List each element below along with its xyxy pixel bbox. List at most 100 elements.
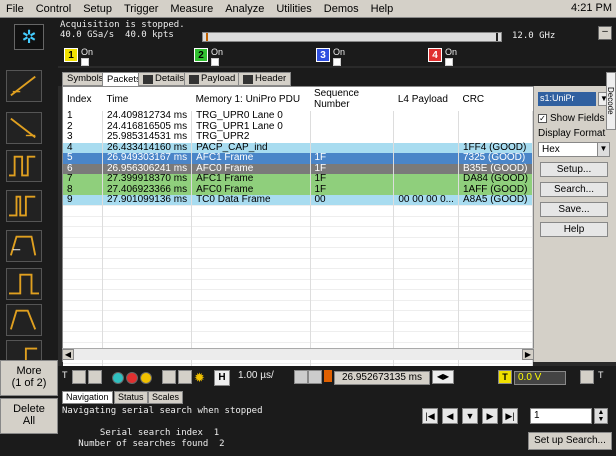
channel-1-checkbox[interactable] [81, 58, 89, 66]
menu-control[interactable]: Control [30, 3, 77, 15]
display-format-select[interactable]: Hex ▼ [538, 142, 610, 157]
previous-icon[interactable]: ◀ [442, 408, 458, 424]
voltage-stepper-icon[interactable] [580, 370, 594, 384]
horizontal-scrollbar[interactable]: ◀ ▶ [62, 348, 534, 360]
time-per-div[interactable]: 1.00 µs/ [238, 370, 274, 381]
menu-help[interactable]: Help [365, 3, 400, 15]
sun-intensity-icon[interactable]: ✹ [194, 370, 205, 386]
fine-stepper-icon[interactable] [88, 370, 102, 384]
next-icon[interactable]: ▶ [482, 408, 498, 424]
window-trigger-icon[interactable] [6, 304, 42, 336]
last-icon[interactable]: ▶| [502, 408, 518, 424]
menu-analyze[interactable]: Analyze [219, 3, 270, 15]
show-fields-toggle[interactable]: ✓ Show Fields [538, 113, 604, 124]
horizontal-icon[interactable]: H [214, 370, 230, 386]
trigger-voltage[interactable]: 0.0 V [514, 371, 566, 385]
channel-2-checkbox[interactable] [211, 58, 219, 66]
empty-cell [310, 331, 395, 342]
run-icon[interactable] [112, 372, 124, 384]
glitch-trigger-icon[interactable] [6, 190, 42, 222]
search-index-input[interactable]: 1 [530, 408, 592, 424]
channel-4-checkbox[interactable] [445, 58, 453, 66]
setup-button[interactable]: Setup... [540, 162, 608, 177]
delete-all-button[interactable]: Delete All [0, 398, 58, 434]
menu-measure[interactable]: Measure [164, 3, 219, 15]
tab-header[interactable]: Header [238, 72, 292, 86]
stop-icon[interactable] [126, 372, 138, 384]
up-down-stepper-icon[interactable] [72, 370, 86, 384]
decode-settings-panel: s1:UniPr ▼ ✓ Show Fields Display Format … [534, 86, 616, 362]
menu-setup[interactable]: Setup [77, 3, 118, 15]
decode-side-tab[interactable]: Decode [606, 72, 616, 130]
table-row[interactable]: 9 27.901099136 ms TC0 Data Frame 00 00 00 00… [63, 195, 534, 206]
empty-cell [458, 289, 534, 300]
channel-4-on-label: On [445, 47, 458, 57]
help-button[interactable]: Help [540, 222, 608, 237]
empty-cell [310, 320, 395, 332]
empty-cell [191, 331, 311, 342]
channel-2[interactable]: 2 On [194, 48, 223, 66]
stop-nav-icon[interactable]: ▼ [462, 408, 478, 424]
scroll-left-icon[interactable]: ◀ [62, 349, 74, 360]
col-index[interactable]: Index [63, 87, 103, 111]
display-format-dropdown-icon[interactable]: ▼ [597, 143, 609, 156]
channel-1[interactable]: 1 On [64, 48, 93, 66]
default-setup-icon[interactable] [178, 370, 192, 384]
menu-file[interactable]: File [0, 3, 30, 15]
search-button[interactable]: Search... [540, 182, 608, 197]
channel-4[interactable]: 4 On [428, 48, 457, 66]
delay-left-icon[interactable] [294, 370, 308, 384]
col-crc[interactable]: CRC [458, 87, 533, 111]
table-row[interactable]: 3 25.985314531 ms TRG_UPR2 [63, 132, 534, 143]
table-row[interactable]: 7 27.399918370 ms AFC1 Frame 1F DA84 (GOOD) [63, 174, 534, 185]
minimize-button[interactable]: – [598, 26, 612, 40]
runt-trigger-icon[interactable] [6, 230, 42, 262]
trigger-icon[interactable]: T [498, 370, 512, 384]
tab-scales[interactable]: Scales [148, 391, 184, 404]
source-select[interactable]: s1:UniPr [538, 92, 596, 106]
trigger-marker-icon [324, 370, 332, 382]
table-cell: TRG_UPR2 [191, 132, 311, 143]
falling-edge-trigger-icon[interactable] [6, 112, 42, 144]
bandwidth-readout: 12.0 GHz [512, 31, 556, 41]
empty-cell [63, 236, 103, 248]
bottom-controls: T ✹ H 1.00 µs/ 26.952673135 ms ◀▶ T 0.0 … [58, 366, 616, 390]
table-header-row: Index Time Memory 1: UniPro PDU Sequence… [63, 87, 533, 111]
menu-trigger[interactable]: Trigger [118, 3, 164, 15]
save-button[interactable]: Save... [540, 202, 608, 217]
scope-logo-icon[interactable]: ✲ [14, 24, 44, 50]
table-row[interactable]: 1 24.409812734 ms TRG_UPR0 Lane 0 [63, 111, 534, 122]
tab-payload[interactable]: Payload [184, 72, 241, 86]
tab-details[interactable]: Details [138, 72, 190, 86]
memory-bar[interactable] [202, 32, 502, 42]
trigger-position[interactable]: 26.952673135 ms [334, 371, 430, 385]
channel-3[interactable]: 3 On [316, 48, 345, 66]
col-sequence[interactable]: Sequence Number [310, 87, 394, 111]
tab-navigation[interactable]: Navigation [62, 391, 113, 404]
empty-cell [310, 226, 395, 237]
channel-3-checkbox[interactable] [333, 58, 341, 66]
tab-status[interactable]: Status [114, 391, 148, 404]
index-spinner-icon[interactable]: ▲ ▼ [594, 408, 608, 424]
delay-right-icon[interactable] [308, 370, 322, 384]
menu-demos[interactable]: Demos [318, 3, 365, 15]
autoscale-icon[interactable] [162, 370, 176, 384]
menu-utilities[interactable]: Utilities [270, 3, 317, 15]
col-time[interactable]: Time [102, 87, 192, 111]
pulse-width-trigger-icon[interactable] [6, 150, 42, 182]
setup-hold-trigger-icon[interactable] [6, 268, 42, 300]
trigger-level-right-icon: T [598, 370, 604, 380]
col-pdu[interactable]: Memory 1: UniPro PDU [191, 87, 310, 111]
table-row[interactable]: 5 26.949303167 ms AFC1 Frame 1F 7325 (GOOD) [63, 153, 534, 164]
position-arrows-icon[interactable]: ◀▶ [432, 370, 454, 384]
table-cell: TRG_UPR0 Lane 0 [191, 111, 311, 122]
scroll-right-icon[interactable]: ▶ [522, 349, 534, 360]
show-fields-checkbox[interactable]: ✓ [538, 114, 547, 123]
col-l4-payload[interactable]: L4 Payload [393, 87, 459, 111]
set-up-search-button[interactable]: Set up Search... [528, 432, 612, 450]
first-icon[interactable]: |◀ [422, 408, 438, 424]
more-button[interactable]: More (1 of 2) [0, 360, 58, 396]
single-icon[interactable] [140, 372, 152, 384]
rising-edge-trigger-icon[interactable] [6, 70, 42, 102]
table-cell [310, 132, 395, 143]
